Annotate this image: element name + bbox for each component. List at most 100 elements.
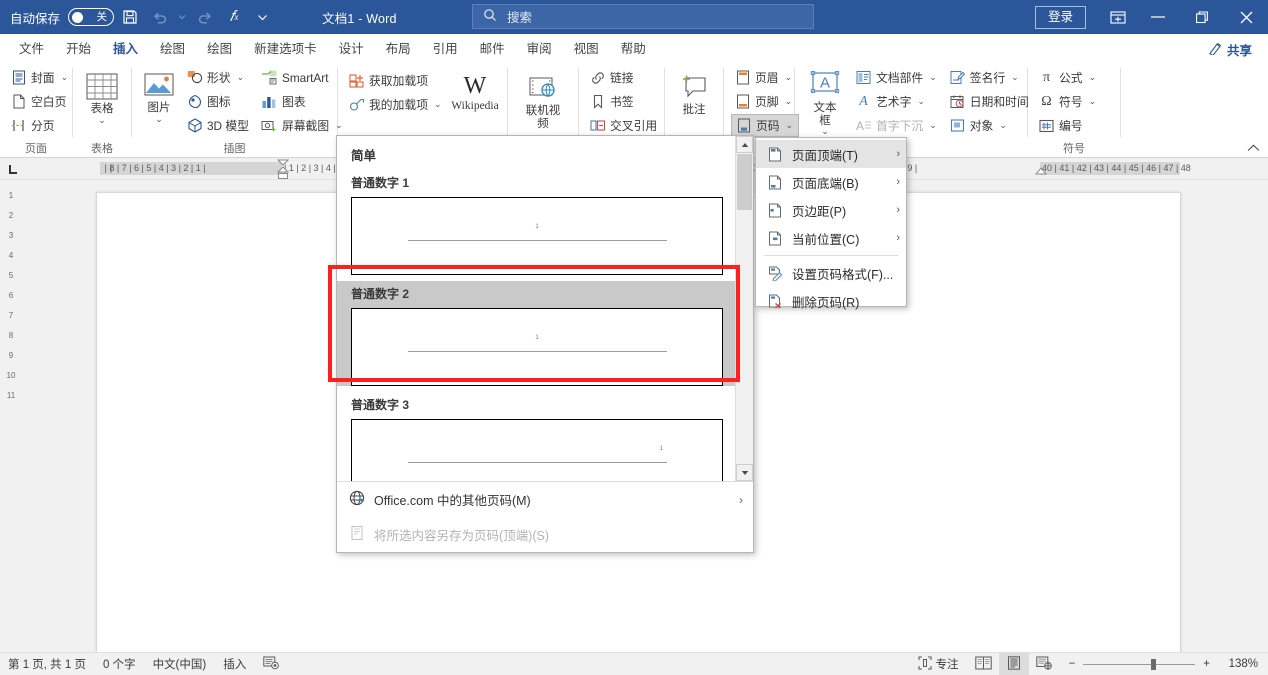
object-button[interactable]: 对象 ⌄ [946,114,1034,137]
save-icon[interactable] [116,3,144,31]
link-button[interactable]: 链接 [586,66,662,89]
gallery-item-thumbnail[interactable]: 1 [351,308,723,386]
restore-button[interactable] [1180,0,1224,34]
blank-page-button[interactable]: 空白页 [7,90,73,113]
web-layout-button[interactable] [1029,653,1059,675]
chevron-down-icon[interactable]: ⌄ [1011,72,1019,83]
tab-new-tab[interactable]: 新建选项卡 [243,34,328,62]
tab-stop-left-icon[interactable] [0,158,26,180]
chevron-down-icon[interactable]: ⌄ [999,120,1007,131]
gallery-item-thumbnail[interactable]: 1 [351,197,723,275]
proofing-errors-icon[interactable] [263,656,280,673]
footer-button[interactable]: 页脚 ⌄ [731,90,799,113]
menu-item-current-position[interactable]: 当前位置(C) › [756,224,906,252]
word-count[interactable]: 0 个字 [103,656,136,672]
chevron-down-icon[interactable]: ⌄ [785,96,793,107]
zoom-level-label[interactable]: 138% [1216,658,1258,670]
quick-parts-button[interactable]: 文档部件 ⌄ [852,66,942,89]
tab-help[interactable]: 帮助 [610,34,657,62]
symbol-button[interactable]: Ω 符号 ⌄ [1035,90,1101,113]
cross-reference-button[interactable]: 交叉引用 [586,114,662,137]
gallery-item-plain-number-3[interactable]: 普通数字 3 1 [337,392,735,481]
tab-design[interactable]: 设计 [328,34,375,62]
search-input[interactable]: 搜索 [472,4,814,29]
chevron-down-icon[interactable]: ⌄ [434,99,442,110]
tab-insert[interactable]: 插入 [102,34,149,64]
tab-draw-2[interactable]: 绘图 [196,34,243,62]
chevron-up-icon[interactable] [1247,141,1260,155]
text-box-button[interactable]: A 文本框 ⌄ [802,66,848,139]
tab-draw[interactable]: 绘图 [149,34,196,62]
number-button[interactable]: 编号 [1035,114,1101,137]
wikipedia-button[interactable]: W Wikipedia [450,70,500,116]
tab-review[interactable]: 审阅 [516,34,563,62]
right-indent-marker[interactable] [1034,166,1048,179]
menu-item-page-margins[interactable]: 页边距(P) › [756,196,906,224]
ribbon-display-options-icon[interactable] [1100,0,1136,34]
chevron-down-icon[interactable]: ⌄ [98,115,106,125]
my-addins-button[interactable]: 我的加载项 ⌄ [345,93,447,116]
undo-dropdown-icon[interactable] [176,3,188,31]
chevron-down-icon[interactable] [250,3,274,31]
equation-button[interactable]: π 公式 ⌄ [1035,66,1101,89]
smartart-button[interactable]: SmartArt [258,66,348,89]
minimize-button[interactable] [1136,0,1180,34]
share-button[interactable]: 共享 [1201,37,1260,62]
scroll-up-arrow-icon[interactable] [736,136,753,153]
wordart-button[interactable]: A 艺术字 ⌄ [852,90,942,113]
undo-icon[interactable] [146,3,174,31]
read-mode-button[interactable] [969,653,999,675]
menu-item-format-page-numbers[interactable]: 设置页码格式(F)... [756,259,906,287]
gallery-scrollbar-thumb[interactable] [737,154,752,210]
zoom-in-button[interactable]: + [1203,658,1210,670]
menu-item-top-of-page[interactable]: 页面顶端(T) › [756,140,906,168]
page-break-button[interactable]: 分页 [7,114,73,137]
cover-page-button[interactable]: 封面 ⌄ [7,66,73,89]
language-indicator[interactable]: 中文(中国) [153,656,207,672]
tab-home[interactable]: 开始 [55,34,102,62]
table-button[interactable]: 表格 ⌄ [80,67,124,128]
more-page-numbers-from-office-item[interactable]: Office.com 中的其他页码(M) › [337,482,753,517]
gallery-item-thumbnail[interactable]: 1 [351,419,723,481]
sign-in-button[interactable]: 登录 [1034,5,1086,29]
chevron-down-icon[interactable]: ⌄ [917,96,925,107]
3d-model-button[interactable]: 3D 模型 [183,114,254,137]
zoom-slider[interactable]: − + [1069,658,1210,670]
scroll-down-arrow-icon[interactable] [736,464,753,481]
chevron-down-icon[interactable]: ⌄ [1089,72,1097,83]
menu-item-bottom-of-page[interactable]: 页面底端(B) › [756,168,906,196]
screenshot-button[interactable]: 屏幕截图 ⌄ [258,114,348,137]
chevron-down-icon[interactable]: ⌄ [785,72,793,83]
close-button[interactable] [1224,0,1268,34]
chevron-down-icon[interactable]: ⌄ [237,72,245,83]
tab-references[interactable]: 引用 [422,34,469,62]
chevron-down-icon[interactable]: ⌄ [786,120,794,131]
online-video-button[interactable]: 联机视频 [515,69,571,133]
autosave-toggle[interactable]: 关 [68,8,115,26]
zoom-out-button[interactable]: − [1069,658,1076,670]
tab-view[interactable]: 视图 [563,34,610,62]
gallery-item-plain-number-2[interactable]: 普通数字 2 1 [337,281,735,386]
chart-button[interactable]: 图表 [258,90,348,113]
gallery-item-plain-number-1[interactable]: 普通数字 1 1 [337,170,735,275]
focus-mode-button[interactable]: 专注 [908,655,969,673]
tab-mailings[interactable]: 邮件 [469,34,516,62]
print-layout-button[interactable] [998,652,1029,675]
icons-button[interactable]: 图标 [183,90,254,113]
chevron-down-icon[interactable]: ⌄ [821,127,829,136]
new-comment-button[interactable]: 批注 [672,68,716,120]
vertical-ruler[interactable]: 1 2 3 4 5 6 7 8 9 10 11 [0,180,22,652]
picture-button[interactable]: 图片 ⌄ [139,66,179,127]
tab-file[interactable]: 文件 [8,34,55,62]
gallery-scrollbar[interactable] [735,136,753,481]
zoom-slider-track[interactable] [1083,658,1196,670]
shapes-button[interactable]: 形状 ⌄ [183,66,254,89]
get-addins-button[interactable]: 获取加载项 [345,69,447,92]
bookmark-button[interactable]: 书签 [586,90,662,113]
tab-layout[interactable]: 布局 [375,34,422,62]
redo-icon[interactable] [190,3,218,31]
hanging-indent-marker[interactable] [276,165,290,180]
chevron-down-icon[interactable]: ⌄ [929,72,937,83]
insert-mode-indicator[interactable]: 插入 [223,656,246,672]
fx-icon[interactable]: 𝑓x [220,3,248,31]
